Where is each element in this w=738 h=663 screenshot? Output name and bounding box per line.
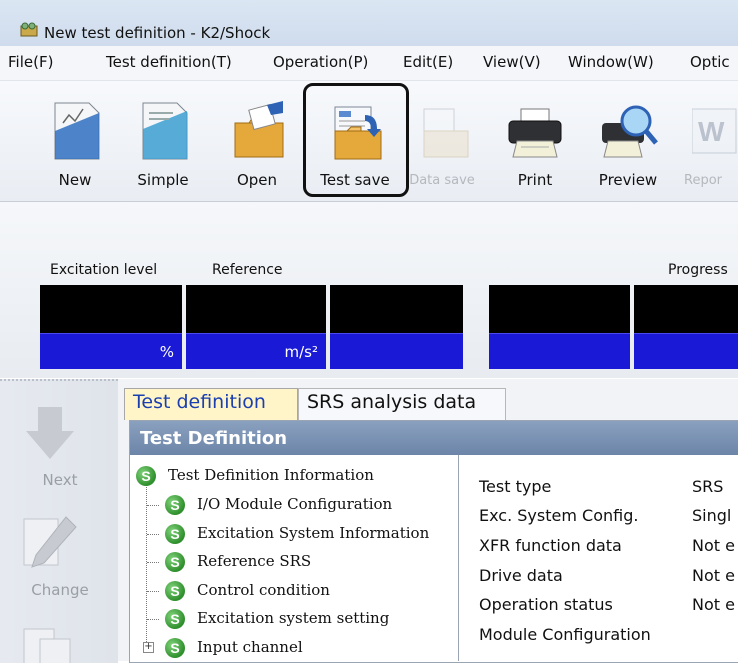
print-button[interactable]: Print: [500, 81, 570, 199]
printer-icon: [508, 108, 562, 158]
meter-4: [489, 285, 630, 369]
tree-branch: [147, 562, 159, 563]
menu-file[interactable]: File(F): [8, 53, 53, 71]
report-button[interactable]: W Repor: [682, 81, 738, 199]
progress-meter: [634, 285, 738, 369]
tree-branch: [147, 619, 159, 620]
window-title: New test definition - K2/Shock: [44, 24, 271, 42]
status-s-icon: S: [136, 466, 156, 486]
tab-srs-analysis-data[interactable]: SRS analysis data: [298, 388, 506, 420]
tree-item-excitation-system-setting[interactable]: S Excitation system setting: [163, 607, 455, 633]
meter-3: [330, 285, 463, 369]
detail-value-drive-data: Not e: [692, 566, 735, 585]
tree-item-control-condition[interactable]: S Control condition: [163, 579, 455, 605]
section-title: Test Definition: [140, 428, 288, 449]
new-button[interactable]: New: [40, 81, 110, 199]
copy-icon: [23, 628, 71, 663]
word-report-icon: W: [692, 108, 737, 154]
tree-branch: [147, 505, 159, 506]
status-s-icon: S: [165, 638, 185, 658]
new-document-icon: [54, 102, 100, 160]
status-s-icon: S: [165, 495, 185, 515]
tree-connector: [146, 482, 147, 648]
change-button[interactable]: Change: [20, 513, 100, 599]
svg-text:W: W: [698, 116, 725, 147]
detail-label-test-type: Test type: [479, 477, 552, 496]
detail-value-test-type: SRS: [692, 477, 724, 496]
expand-toggle[interactable]: +: [143, 642, 154, 653]
highlight-frame: [303, 83, 409, 197]
simple-document-icon: [142, 102, 188, 160]
copy-button[interactable]: [20, 625, 100, 663]
down-arrow-icon: [26, 407, 74, 459]
status-s-icon: S: [165, 609, 185, 629]
excitation-level-label: Excitation level: [50, 262, 158, 278]
detail-label-xfr-function-data: XFR function data: [479, 536, 622, 555]
preview-magnifier-icon: [602, 105, 658, 158]
accel-unit: m/s²: [284, 343, 319, 361]
progress-label: Progress: [668, 262, 728, 278]
left-nav: Next Change: [0, 379, 118, 663]
menu-options[interactable]: Optic: [690, 53, 730, 71]
detail-label-drive-data: Drive data: [479, 566, 563, 585]
tree-item-input-channel[interactable]: S Input channel: [163, 636, 455, 661]
menu-window[interactable]: Window(W): [568, 53, 654, 71]
app-icon: [20, 22, 38, 37]
menu-view[interactable]: View(V): [483, 53, 541, 71]
status-s-icon: S: [165, 581, 185, 601]
detail-value-exc-system-config: Singl: [692, 506, 732, 525]
reference-meter: m/s²: [186, 285, 326, 369]
menu-edit[interactable]: Edit(E): [403, 53, 453, 71]
detail-value-xfr-function-data: Not e: [692, 536, 735, 555]
next-button[interactable]: Next: [20, 403, 100, 489]
simple-button[interactable]: Simple: [128, 81, 198, 199]
detail-label-exc-system-config: Exc. System Config.: [479, 506, 639, 525]
tree-branch: [147, 591, 159, 592]
detail-label-module-configuration: Module Configuration: [479, 625, 651, 644]
data-save-icon: [423, 108, 469, 158]
reference-label: Reference: [212, 262, 283, 278]
detail-value-operation-status: Not e: [692, 595, 735, 614]
preview-button[interactable]: Preview: [588, 81, 668, 199]
tree-item-excitation-system-information[interactable]: S Excitation System Information: [163, 522, 455, 548]
data-save-button[interactable]: Data save: [402, 81, 482, 199]
menu-operation[interactable]: Operation(P): [273, 53, 368, 71]
open-button[interactable]: Open: [222, 81, 292, 199]
tree-item-io-module-configuration[interactable]: S I/O Module Configuration: [163, 493, 455, 519]
menu-test-definition[interactable]: Test definition(T): [106, 53, 232, 71]
tree-item-test-definition-information[interactable]: S Test Definition Information: [134, 464, 454, 490]
status-s-icon: S: [165, 552, 185, 572]
tab-test-definition[interactable]: Test definition: [124, 388, 298, 420]
status-s-icon: S: [165, 524, 185, 544]
excitation-level-meter: %: [40, 285, 182, 369]
detail-label-operation-status: Operation status: [479, 595, 613, 614]
tree-item-reference-srs[interactable]: S Reference SRS: [163, 550, 455, 576]
menu-bar: File(F) Test definition(T) Operation(P) …: [0, 46, 738, 81]
tree-branch: [147, 534, 159, 535]
pencil-icon: [23, 516, 77, 568]
open-folder-icon: [234, 101, 284, 158]
percent-unit: %: [159, 343, 174, 361]
